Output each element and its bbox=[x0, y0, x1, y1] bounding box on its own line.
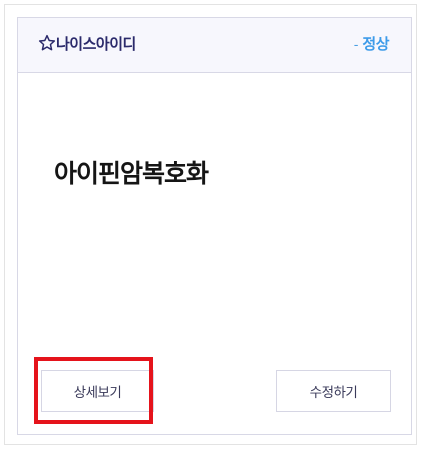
view-details-button[interactable]: 상세보기 bbox=[41, 370, 154, 412]
status-badge: 정상 bbox=[362, 35, 389, 53]
service-name: 아이핀암복호화 bbox=[54, 159, 209, 188]
status-prefix: - bbox=[353, 38, 359, 53]
status-indicator: - 정상 bbox=[353, 34, 390, 56]
star-outline-icon bbox=[38, 34, 56, 51]
edit-button[interactable]: 수정하기 bbox=[276, 370, 391, 412]
card-header: 나이스아이디 - 정상 bbox=[18, 18, 411, 73]
card-title: 나이스아이디 bbox=[56, 35, 136, 53]
service-card: 나이스아이디 - 정상 아이핀암복호화 상세보기 수정하기 bbox=[17, 17, 412, 435]
